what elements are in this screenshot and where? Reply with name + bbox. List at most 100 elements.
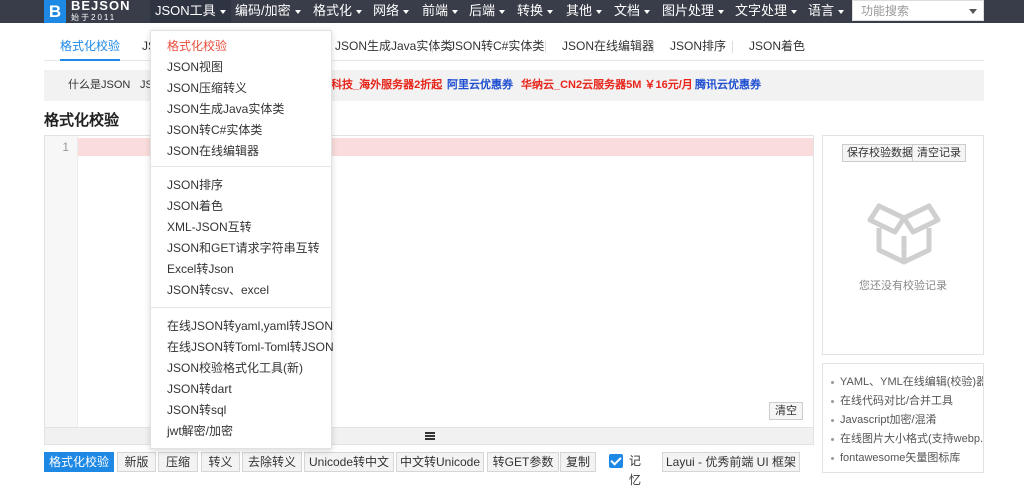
- tab-2[interactable]: JSON生成Java实体类: [335, 32, 452, 61]
- nav-item-label: 其他: [566, 3, 593, 18]
- nav-item-7[interactable]: 其他: [561, 0, 607, 23]
- ad-link-2[interactable]: 科技_海外服务器2折起: [331, 70, 442, 101]
- history-panel: 保存校验数据 清空记录 您还没有校验记录: [822, 135, 984, 355]
- menu-item[interactable]: JSON排序: [167, 176, 223, 194]
- line-gutter: 1: [45, 136, 78, 444]
- nav-item-label: 文字处理: [735, 3, 788, 18]
- related-link[interactable]: Javascript加密/混淆: [823, 411, 983, 430]
- related-link-label: Javascript加密/混淆: [840, 414, 937, 426]
- caret-down-icon: [403, 9, 410, 14]
- menu-item[interactable]: jwt解密/加密: [167, 422, 233, 440]
- function-search-input[interactable]: [853, 1, 963, 20]
- menu-item[interactable]: JSON转dart: [167, 380, 232, 398]
- clear-editor-button[interactable]: 清空: [769, 402, 803, 420]
- nav-item-11[interactable]: 语言: [803, 0, 849, 23]
- bullet-icon: [831, 380, 834, 384]
- menu-item[interactable]: JSON视图: [167, 58, 223, 76]
- toolbar-button-6[interactable]: 中文转Unicode: [396, 452, 484, 472]
- menu-item[interactable]: JSON转sql: [167, 401, 226, 419]
- nav-item-9[interactable]: 图片处理: [657, 0, 729, 23]
- related-link[interactable]: YAML、YML在线编辑(校验)器: [823, 373, 983, 392]
- menu-item[interactable]: 在线JSON转Toml-Toml转JSON: [167, 338, 334, 356]
- related-link[interactable]: 在线图片大小格式(支持webp...: [823, 430, 983, 449]
- tab-separator: [545, 41, 546, 53]
- nav-item-label: 后端: [469, 3, 496, 18]
- tab-3[interactable]: JSON转C#实体类: [449, 32, 544, 61]
- nav-item-2[interactable]: 格式化: [308, 0, 367, 23]
- menu-item[interactable]: JSON转C#实体类: [167, 121, 262, 139]
- menu-item[interactable]: JSON在线编辑器: [167, 142, 259, 160]
- bullet-icon: [831, 418, 834, 422]
- logo[interactable]: B BEJSON 始于2011: [44, 0, 144, 23]
- toolbar-button-4[interactable]: 去除转义: [242, 452, 302, 472]
- menu-item[interactable]: JSON转csv、excel: [167, 281, 269, 299]
- nav-item-3[interactable]: 网络: [368, 0, 414, 23]
- tab-0[interactable]: 格式化校验: [60, 32, 121, 61]
- tab-4[interactable]: JSON在线编辑器: [562, 32, 654, 61]
- toolbar-button-2[interactable]: 压缩: [158, 452, 198, 472]
- ad-link-4[interactable]: 华纳云_CN2云服务器5M ￥16元/月: [521, 70, 693, 101]
- related-links: YAML、YML在线编辑(校验)器在线代码对比/合并工具 Javascript加密…: [822, 363, 984, 473]
- nav-item-label: 语言: [808, 3, 835, 18]
- ad-link-3[interactable]: 阿里云优惠券: [447, 70, 513, 101]
- toolbar-button-8[interactable]: 复制: [560, 452, 596, 472]
- nav-item-label: 编码/加密: [235, 3, 291, 18]
- nav-item-label: 格式化: [313, 3, 353, 18]
- ad-link-0[interactable]: 什么是JSON: [68, 70, 130, 101]
- nav-item-5[interactable]: 后端: [464, 0, 510, 23]
- menu-item[interactable]: 格式化校验: [167, 37, 227, 55]
- caret-down-icon: [718, 9, 725, 14]
- menu-item[interactable]: JSON和GET请求字符串互转: [167, 239, 320, 257]
- chevron-down-icon[interactable]: [969, 9, 977, 14]
- top-nav: B BEJSON 始于2011 JSON工具 编码/加密 格式化 网络 前端 后端 转换 其他…: [0, 0, 1024, 23]
- toolbar-button-5[interactable]: Unicode转中文: [304, 452, 394, 472]
- menu-item[interactable]: JSON着色: [167, 197, 223, 215]
- tab-5[interactable]: JSON排序: [670, 32, 726, 61]
- caret-down-icon: [644, 9, 651, 14]
- menu-item[interactable]: JSON校验格式化工具(新): [167, 359, 303, 377]
- layui-button[interactable]: Layui - 优秀前端 UI 框架: [662, 452, 800, 472]
- line-number: 1: [62, 140, 69, 154]
- nav-item-label: JSON工具: [155, 3, 216, 18]
- nav-item-4[interactable]: 前端: [417, 0, 463, 23]
- menu-item[interactable]: 在线JSON转yaml,yaml转JSON: [167, 317, 333, 335]
- menu-icon[interactable]: [425, 432, 435, 440]
- nav-item-label: 文档: [614, 3, 641, 18]
- clear-records-button[interactable]: 清空记录: [912, 144, 966, 162]
- nav-item-10[interactable]: 文字处理: [730, 0, 802, 23]
- nav-item-6[interactable]: 转换: [512, 0, 558, 23]
- related-link[interactable]: 在线代码对比/合并工具: [823, 392, 983, 411]
- bullet-icon: [831, 399, 834, 403]
- caret-down-icon: [452, 9, 459, 14]
- tab-6[interactable]: JSON着色: [749, 32, 805, 61]
- menu-separator: [151, 307, 331, 308]
- nav-item-1[interactable]: 编码/加密: [230, 0, 306, 23]
- ad-link-5[interactable]: 腾讯云优惠券: [695, 70, 761, 101]
- memory-checkbox[interactable]: [609, 454, 623, 468]
- related-link-label: 在线代码对比/合并工具: [840, 395, 954, 407]
- tab-separator: [732, 41, 733, 53]
- nav-item-8[interactable]: 文档: [609, 0, 655, 23]
- caret-down-icon: [547, 9, 554, 14]
- page-title: 格式化校验: [44, 112, 120, 129]
- logo-mark: B: [44, 0, 66, 23]
- json-tools-dropdown: 格式化校验 JSON视图 JSON压缩转义 JSON生成Java实体类 JSON转C#实…: [150, 30, 334, 449]
- menu-item[interactable]: JSON生成Java实体类: [167, 100, 284, 118]
- toolbar-button-1[interactable]: 新版: [117, 452, 156, 472]
- bullet-icon: [831, 456, 834, 460]
- function-search[interactable]: [852, 0, 984, 21]
- toolbar-button-3[interactable]: 转义: [201, 452, 240, 472]
- related-link-label: fontawesome矢量图标库: [840, 452, 961, 464]
- menu-item[interactable]: XML-JSON互转: [167, 218, 252, 236]
- save-data-button[interactable]: 保存校验数据: [842, 144, 918, 162]
- menu-item[interactable]: Excel转Json: [167, 260, 234, 278]
- toolbar-button-7[interactable]: 转GET参数: [487, 452, 559, 472]
- toolbar-button-0[interactable]: 格式化校验: [44, 452, 114, 472]
- empty-records-text: 您还没有校验记录: [859, 280, 947, 292]
- nav-item-0[interactable]: JSON工具: [150, 0, 231, 23]
- caret-down-icon: [838, 9, 845, 14]
- menu-item[interactable]: JSON压缩转义: [167, 79, 247, 97]
- related-link[interactable]: fontawesome矢量图标库: [823, 449, 983, 468]
- nav-item-label: 网络: [373, 3, 400, 18]
- caret-down-icon: [596, 9, 603, 14]
